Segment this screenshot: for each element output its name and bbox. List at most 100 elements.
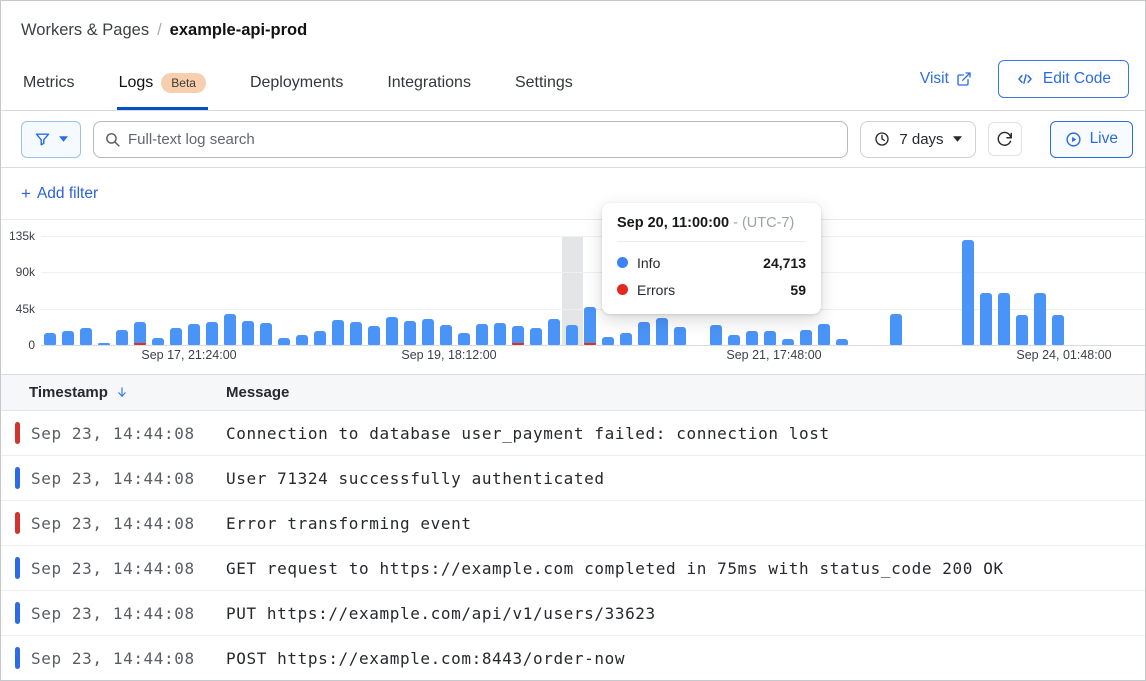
chart-bar[interactable] bbox=[242, 321, 254, 345]
chart-bar[interactable] bbox=[1016, 315, 1028, 345]
chart-bar[interactable] bbox=[134, 322, 146, 345]
log-row[interactable]: Sep 23, 14:44:08PUT https://example.com/… bbox=[1, 591, 1145, 636]
chart-bar[interactable] bbox=[962, 240, 974, 345]
chart-bar[interactable] bbox=[422, 319, 434, 345]
refresh-button[interactable] bbox=[988, 122, 1022, 156]
chart-bar[interactable] bbox=[998, 293, 1010, 345]
chart-bar[interactable] bbox=[530, 328, 542, 345]
chart-bar[interactable] bbox=[152, 338, 164, 345]
chart-bar[interactable] bbox=[1052, 315, 1064, 345]
tab-integrations[interactable]: Integrations bbox=[385, 65, 473, 110]
filter-icon bbox=[34, 131, 51, 148]
log-row[interactable]: Sep 23, 14:44:08User 71324 successfully … bbox=[1, 456, 1145, 501]
column-header-message[interactable]: Message bbox=[226, 384, 1145, 401]
chart-bar[interactable] bbox=[512, 326, 524, 345]
chart-bar[interactable] bbox=[638, 322, 650, 345]
external-link-icon bbox=[956, 71, 972, 87]
filter-menu-button[interactable] bbox=[21, 121, 81, 158]
chart-bar[interactable] bbox=[602, 337, 614, 345]
tab-label: Logs bbox=[119, 74, 154, 92]
search-icon bbox=[104, 131, 121, 148]
chart-bar[interactable] bbox=[332, 320, 344, 345]
log-level-indicator bbox=[15, 602, 20, 624]
chart-bar[interactable] bbox=[836, 339, 848, 345]
chart-bar[interactable] bbox=[656, 318, 668, 345]
log-toolbar: 7 days Live bbox=[1, 111, 1145, 168]
chart-bar[interactable] bbox=[440, 325, 452, 345]
live-button[interactable]: Live bbox=[1050, 121, 1133, 158]
play-circle-icon bbox=[1065, 131, 1082, 148]
tooltip-header: Sep 20, 11:00:00 - (UTC-7) bbox=[617, 215, 806, 242]
search-input[interactable] bbox=[93, 121, 848, 158]
time-range-select[interactable]: 7 days bbox=[860, 121, 975, 158]
chart-bar[interactable] bbox=[890, 314, 902, 345]
tooltip-dot-errors bbox=[617, 284, 628, 295]
chart-bar[interactable] bbox=[350, 322, 362, 345]
chart-bar[interactable] bbox=[386, 317, 398, 345]
chart-bar[interactable] bbox=[278, 338, 290, 345]
chart-bar[interactable] bbox=[170, 328, 182, 345]
chart-bar[interactable] bbox=[728, 335, 740, 345]
log-row[interactable]: Sep 23, 14:44:08Connection to database u… bbox=[1, 411, 1145, 456]
live-label: Live bbox=[1090, 130, 1118, 148]
chart-bar[interactable] bbox=[494, 323, 506, 345]
sort-desc-icon bbox=[115, 385, 129, 400]
log-timestamp: Sep 23, 14:44:08 bbox=[1, 469, 226, 488]
chart-bar[interactable] bbox=[98, 343, 110, 345]
chart-bar[interactable] bbox=[548, 319, 560, 345]
log-message: User 71324 successfully authenticated bbox=[226, 469, 1145, 488]
edit-code-button[interactable]: Edit Code bbox=[998, 60, 1129, 98]
breadcrumb: Workers & Pages / example-api-prod bbox=[21, 21, 307, 40]
tooltip-series-label: Info bbox=[637, 255, 754, 271]
column-header-timestamp[interactable]: Timestamp bbox=[1, 384, 226, 401]
x-axis-label: Sep 21, 17:48:00 bbox=[726, 348, 821, 362]
tooltip-series-label: Errors bbox=[637, 282, 781, 298]
chart-bar[interactable] bbox=[404, 321, 416, 345]
visit-link[interactable]: Visit bbox=[920, 70, 972, 88]
breadcrumb-root-link[interactable]: Workers & Pages bbox=[21, 21, 149, 40]
tab-label: Settings bbox=[515, 74, 573, 92]
log-row[interactable]: Sep 23, 14:44:08POST https://example.com… bbox=[1, 636, 1145, 681]
chart-bar[interactable] bbox=[674, 327, 686, 345]
tab-metrics[interactable]: Metrics bbox=[21, 65, 77, 110]
tooltip-row-errors: Errors59 bbox=[617, 276, 806, 303]
chart-bar[interactable] bbox=[188, 324, 200, 345]
add-filter-button[interactable]: + Add filter bbox=[21, 184, 98, 204]
chart-bar[interactable] bbox=[314, 331, 326, 345]
chart-bar[interactable] bbox=[980, 293, 992, 345]
log-row[interactable]: Sep 23, 14:44:08GET request to https://e… bbox=[1, 546, 1145, 591]
add-filter-label: Add filter bbox=[37, 185, 98, 203]
tab-settings[interactable]: Settings bbox=[513, 65, 575, 110]
chart-bar[interactable] bbox=[476, 324, 488, 345]
chart-bar[interactable] bbox=[116, 330, 128, 345]
chart-bar[interactable] bbox=[746, 331, 758, 345]
chart-bar[interactable] bbox=[224, 314, 236, 345]
x-axis-label: Sep 17, 21:24:00 bbox=[141, 348, 236, 362]
chart-bar[interactable] bbox=[80, 328, 92, 345]
chart-bar[interactable] bbox=[296, 335, 308, 345]
plus-icon: + bbox=[21, 184, 31, 204]
page-header: Workers & Pages / example-api-prod Metri… bbox=[1, 1, 1145, 111]
chart-bar[interactable] bbox=[62, 331, 74, 345]
chart-bar[interactable] bbox=[44, 333, 56, 345]
chart-bar[interactable] bbox=[710, 325, 722, 345]
tab-bar: Metrics LogsBeta Deployments Integrations Se… bbox=[21, 65, 575, 110]
tab-deployments[interactable]: Deployments bbox=[248, 65, 345, 110]
tab-logs[interactable]: LogsBeta bbox=[117, 65, 208, 110]
y-axis-label: 90k bbox=[1, 265, 35, 279]
chart-bar[interactable] bbox=[260, 323, 272, 345]
chart-bar[interactable] bbox=[566, 325, 578, 345]
chart-bar[interactable] bbox=[584, 307, 596, 345]
log-message: POST https://example.com:8443/order-now bbox=[226, 649, 1145, 668]
chart-bar[interactable] bbox=[206, 322, 218, 345]
chart-bar[interactable] bbox=[782, 339, 794, 345]
chart-bar[interactable] bbox=[620, 333, 632, 345]
edit-code-label: Edit Code bbox=[1043, 70, 1111, 88]
chart-bar[interactable] bbox=[764, 331, 776, 345]
chart-bar[interactable] bbox=[800, 330, 812, 345]
chart-bar[interactable] bbox=[458, 333, 470, 345]
chart-bar[interactable] bbox=[1034, 293, 1046, 345]
chart-bar[interactable] bbox=[368, 326, 380, 345]
chart-bar[interactable] bbox=[818, 324, 830, 345]
log-row[interactable]: Sep 23, 14:44:08Error transforming event bbox=[1, 501, 1145, 546]
